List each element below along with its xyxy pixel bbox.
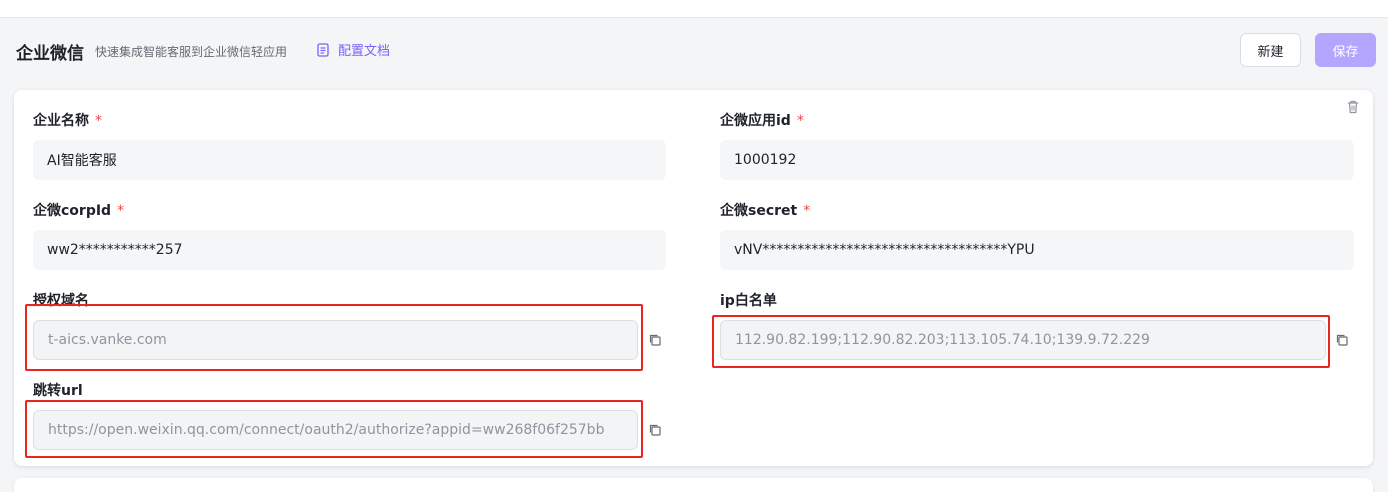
secret-field[interactable]: vNV***********************************YP… — [720, 230, 1354, 270]
trash-icon[interactable] — [1345, 99, 1361, 119]
save-button[interactable]: 保存 — [1315, 33, 1376, 67]
corp-name-label: 企业名称 * — [33, 113, 102, 129]
redirect-url-field[interactable]: https://open.weixin.qq.com/connect/oauth… — [33, 410, 638, 450]
top-band — [0, 0, 1388, 18]
page-subtitle: 快速集成智能客服到企业微信轻应用 — [95, 45, 288, 59]
config-doc-label: 配置文档 — [338, 44, 391, 59]
app-id-label: 企微应用id * — [720, 113, 804, 129]
ip-whitelist-field[interactable]: 112.90.82.199;112.90.82.203;113.105.74.1… — [720, 320, 1326, 360]
auth-domain-field[interactable]: t-aics.vanke.com — [33, 320, 638, 360]
ip-whitelist-label: ip白名单 — [720, 293, 777, 309]
corp-id-field[interactable]: ww2***********257 — [33, 230, 666, 270]
secret-label: 企微secret * — [720, 203, 811, 219]
new-button[interactable]: 新建 — [1240, 33, 1301, 67]
copy-icon[interactable] — [1334, 332, 1350, 352]
app-id-field[interactable]: 1000192 — [720, 140, 1354, 180]
corp-name-field[interactable]: AI智能客服 — [33, 140, 666, 180]
copy-icon[interactable] — [647, 422, 663, 442]
document-icon — [316, 42, 330, 57]
wecom-config-card: 企业名称 * AI智能客服 企微应用id * 1000192 企微corpId * w… — [14, 90, 1373, 466]
config-doc-link[interactable]: 配置文档 — [316, 40, 390, 59]
page-title: 企业微信 — [16, 44, 84, 64]
redirect-url-label: 跳转url — [33, 383, 83, 399]
page-header: 企业微信 快速集成智能客服到企业微信轻应用 配置文档 新建 保存 — [0, 19, 1388, 89]
corp-id-label: 企微corpId * — [33, 203, 125, 219]
auth-domain-label: 授权域名 — [33, 293, 89, 309]
copy-icon[interactable] — [647, 332, 663, 352]
next-card — [14, 478, 1373, 492]
